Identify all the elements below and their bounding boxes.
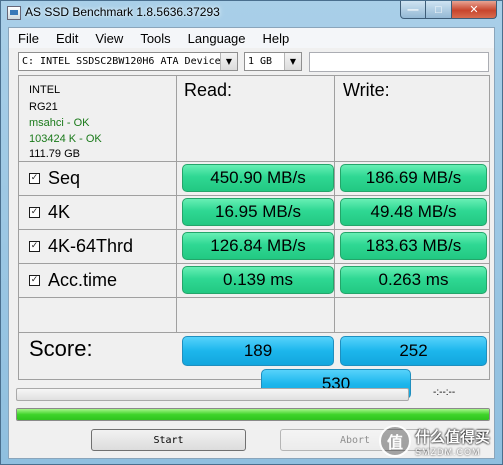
client-area: File Edit View Tools Language Help C: IN… <box>8 27 495 459</box>
acctime-write-result: 0.263 ms <box>340 266 487 294</box>
grid-divider <box>19 195 489 196</box>
results-grid: INTEL RG21 msahci - OK 103424 K - OK 111… <box>18 75 490 399</box>
read-score: 189 <box>182 336 334 366</box>
drive-capacity: 111.79 GB <box>29 148 80 160</box>
checkmark-icon: ✓ <box>30 241 39 251</box>
watermark-text: 什么值得买 SMZDM.COM <box>415 426 490 457</box>
grid-divider <box>176 76 177 333</box>
write-header: Write: <box>343 80 390 100</box>
app-icon <box>7 6 21 20</box>
row-acctime-label: ✓ Acc.time <box>29 270 117 291</box>
close-icon: ✕ <box>469 4 479 16</box>
watermark-logo: 值 <box>379 425 411 457</box>
size-select-value: 1 GB <box>248 56 273 67</box>
size-select[interactable]: 1 GB ▼ <box>244 52 302 71</box>
maximize-button[interactable]: □ <box>426 1 452 19</box>
write-score: 252 <box>340 336 487 366</box>
checkmark-icon: ✓ <box>30 275 39 285</box>
drive-firmware: RG21 <box>29 101 58 113</box>
menu-language[interactable]: Language <box>179 28 254 48</box>
row-label-text: 4K-64Thrd <box>48 236 134 256</box>
start-button[interactable]: Start <box>91 429 246 451</box>
menu-help[interactable]: Help <box>254 28 298 48</box>
app-window: AS SSD Benchmark 1.8.5636.37293 — □ ✕ Fi… <box>0 0 503 465</box>
status-textbox[interactable] <box>309 52 489 72</box>
menu-tools[interactable]: Tools <box>131 28 178 48</box>
4k64-checkbox[interactable]: ✓ <box>29 241 40 252</box>
alignment-status: 103424 K - OK <box>29 133 102 145</box>
4k64-read-result: 126.84 MB/s <box>182 232 334 260</box>
title-bar[interactable]: AS SSD Benchmark 1.8.5636.37293 — □ ✕ <box>1 1 502 25</box>
menu-bar: File Edit View Tools Language Help <box>9 28 494 48</box>
seq-write-result: 186.69 MB/s <box>340 164 487 192</box>
menu-view[interactable]: View <box>86 28 131 48</box>
minimize-icon: — <box>407 3 419 16</box>
row-4k-label: ✓ 4K <box>29 202 70 223</box>
checkmark-icon: ✓ <box>30 207 39 217</box>
4k64-write-result: 183.63 MB/s <box>340 232 487 260</box>
row-label-text: Seq <box>48 168 81 188</box>
row-label-text: Acc.time <box>48 270 118 290</box>
seq-checkbox[interactable]: ✓ <box>29 173 40 184</box>
maximize-icon: □ <box>435 3 442 16</box>
grid-divider <box>19 332 489 333</box>
4k-checkbox[interactable]: ✓ <box>29 207 40 218</box>
acctime-read-result: 0.139 ms <box>182 266 334 294</box>
elapsed-timer: -:--:-- <box>433 387 456 398</box>
chevron-down-icon: ▼ <box>220 53 237 70</box>
drive-select-value: C: INTEL SSDSC2BW120H6 ATA Device <box>22 56 221 67</box>
window-title: AS SSD Benchmark 1.8.5636.37293 <box>25 5 220 19</box>
menu-edit[interactable]: Edit <box>47 28 86 48</box>
row-seq-label: ✓ Seq <box>29 168 80 189</box>
row-label-text: 4K <box>48 202 71 222</box>
grid-divider <box>19 297 489 298</box>
menu-file[interactable]: File <box>9 28 47 48</box>
row-4k64-label: ✓ 4K-64Thrd <box>29 236 133 257</box>
acctime-checkbox[interactable]: ✓ <box>29 275 40 286</box>
close-button[interactable]: ✕ <box>452 1 497 19</box>
4k-read-result: 16.95 MB/s <box>182 198 334 226</box>
watermark-sub: SMZDM.COM <box>415 446 481 457</box>
drive-select[interactable]: C: INTEL SSDSC2BW120H6 ATA Device ▼ <box>18 52 238 71</box>
4k-write-result: 49.48 MB/s <box>340 198 487 226</box>
seq-read-result: 450.90 MB/s <box>182 164 334 192</box>
watermark: 值 什么值得买 SMZDM.COM <box>379 419 499 463</box>
driver-status: msahci - OK <box>29 117 90 129</box>
grid-divider <box>19 161 489 162</box>
drive-vendor: INTEL <box>29 84 61 96</box>
minimize-button[interactable]: — <box>400 1 426 19</box>
watermark-main: 什么值得买 <box>415 428 491 446</box>
window-controls: — □ ✕ <box>400 1 497 20</box>
grid-divider <box>334 76 335 333</box>
test-progress-bar <box>16 388 409 401</box>
read-header: Read: <box>184 80 233 100</box>
chevron-down-icon: ▼ <box>284 53 301 70</box>
grid-divider <box>19 229 489 230</box>
checkmark-icon: ✓ <box>30 173 39 183</box>
grid-divider <box>19 263 489 264</box>
score-label: Score: <box>29 336 93 361</box>
